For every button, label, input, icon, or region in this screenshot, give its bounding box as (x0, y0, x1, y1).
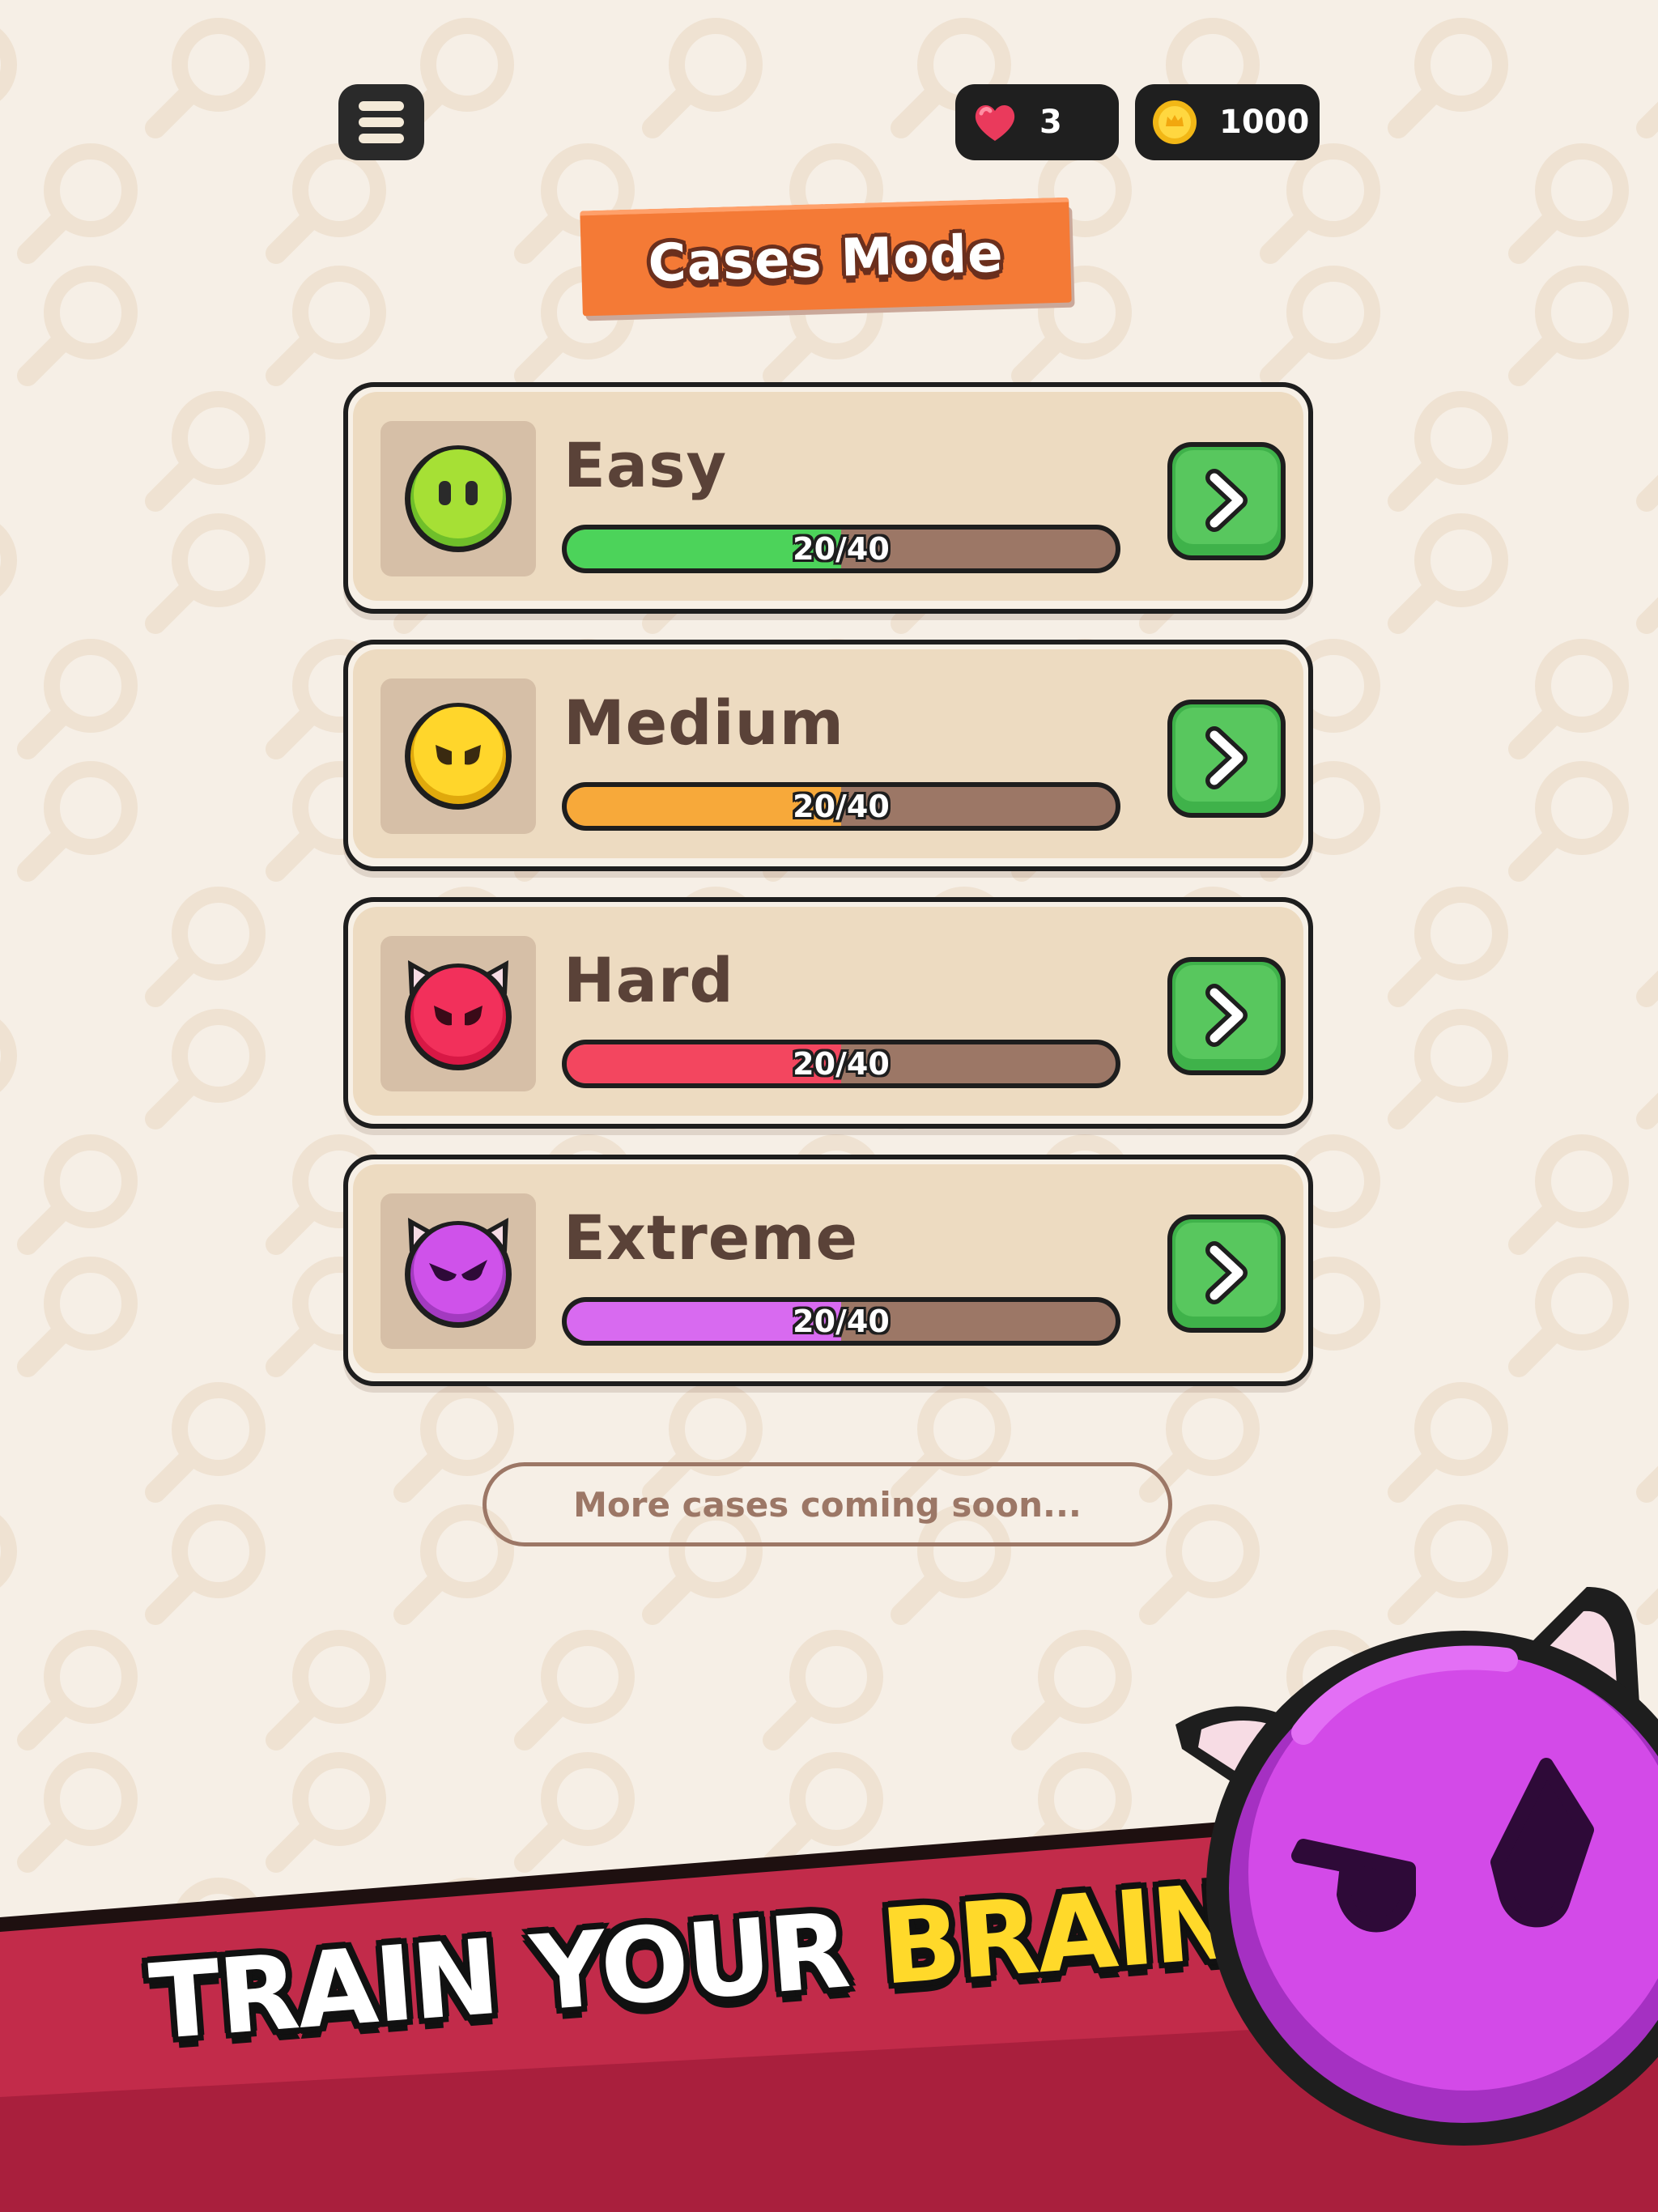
avatar (380, 936, 536, 1091)
magnifier-icon (17, 1630, 138, 1750)
magnifier-icon (1388, 391, 1508, 512)
magnifier-icon (1388, 1382, 1508, 1503)
coin-icon (1153, 100, 1197, 144)
magnifier-icon (145, 1504, 266, 1625)
level-card-easy[interactable]: Easy 20/40 (343, 382, 1313, 614)
progress-label: 20/40 (793, 1046, 890, 1082)
magnifier-icon (266, 266, 386, 386)
level-card-medium[interactable]: Medium 20/40 (343, 640, 1313, 871)
chevron-right-icon (1205, 984, 1248, 1047)
level-card-extreme[interactable]: Extreme 20/40 (343, 1155, 1313, 1386)
heart-icon (975, 104, 1015, 141)
magnifier-icon (1388, 18, 1508, 138)
magnifier-icon (145, 513, 266, 634)
magnifier-icon (1636, 474, 1658, 512)
level-name: Hard (563, 944, 734, 1016)
avatar (380, 1193, 536, 1349)
magnifier-icon (1260, 266, 1380, 386)
magnifier-icon (0, 1019, 17, 1092)
play-hard-button[interactable] (1167, 957, 1286, 1075)
level-progress-bar: 20/40 (562, 525, 1120, 573)
coins-value: 1000 (1219, 104, 1310, 141)
chevron-right-icon (1205, 726, 1248, 789)
magnifier-icon (1388, 513, 1508, 634)
magnifier-icon (1636, 101, 1658, 138)
lives-counter[interactable]: 3 (955, 84, 1119, 160)
level-progress-bar: 20/40 (562, 782, 1120, 831)
magnifier-icon (1508, 1257, 1629, 1377)
coming-soon-label: More cases coming soon... (483, 1462, 1172, 1546)
magnifier-icon (17, 143, 138, 264)
avatar (380, 421, 536, 576)
magnifier-icon (1011, 1630, 1132, 1750)
level-name: Easy (563, 429, 727, 501)
magnifier-icon (1388, 1009, 1508, 1129)
magnifier-icon (17, 266, 138, 386)
magnifier-icon (145, 1382, 266, 1503)
magnifier-icon (0, 524, 17, 597)
magnifier-icon (1508, 1134, 1629, 1255)
menu-button[interactable] (338, 84, 424, 160)
magnifier-icon (1508, 639, 1629, 759)
magnifier-icon (145, 391, 266, 512)
level-name: Medium (563, 687, 844, 759)
lives-value: 3 (1039, 104, 1062, 141)
magnifier-icon (17, 761, 138, 882)
easy-face-icon (405, 445, 512, 552)
page-title: Cases Mode (647, 223, 1005, 295)
hard-devil-face-icon (405, 960, 512, 1070)
magnifier-icon (0, 28, 17, 101)
magnifier-icon (1508, 761, 1629, 882)
magnifier-icon (514, 1630, 635, 1750)
menu-icon-bar (359, 117, 404, 127)
magnifier-icon (1636, 1465, 1658, 1503)
progress-label: 20/40 (793, 1304, 890, 1339)
play-extreme-button[interactable] (1167, 1214, 1286, 1333)
magnifier-icon (266, 1630, 386, 1750)
magnifier-icon (1636, 970, 1658, 1007)
title-banner: Cases Mode (578, 197, 1080, 321)
magnifier-icon (17, 1257, 138, 1377)
magnifier-icon (1636, 1092, 1658, 1129)
magnifier-icon (145, 1009, 266, 1129)
title-banner-ribbon: Cases Mode (580, 197, 1072, 317)
magnifier-icon (642, 18, 763, 138)
magnifier-icon (1508, 143, 1629, 264)
magnifier-icon (17, 1134, 138, 1255)
magnifier-icon (1636, 597, 1658, 634)
magnifier-icon (17, 639, 138, 759)
level-progress-bar: 20/40 (562, 1297, 1120, 1346)
menu-icon (359, 101, 404, 111)
play-medium-button[interactable] (1167, 700, 1286, 818)
devil-mascot-icon (1175, 1587, 1658, 2146)
magnifier-icon (145, 887, 266, 1007)
chevron-right-icon (1205, 469, 1248, 532)
progress-label: 20/40 (793, 789, 890, 824)
level-progress-bar: 20/40 (562, 1040, 1120, 1088)
play-easy-button[interactable] (1167, 442, 1286, 560)
extreme-devil-face-icon (405, 1218, 512, 1328)
cases-mode-screen: 3 1000 Cases Mode Easy 20/40 Medium 20/4… (0, 0, 1658, 2212)
coins-counter[interactable]: 1000 (1135, 84, 1320, 160)
magnifier-icon (763, 1630, 883, 1750)
magnifier-icon (1388, 887, 1508, 1007)
level-card-hard[interactable]: Hard 20/40 (343, 897, 1313, 1129)
level-name: Extreme (563, 1202, 859, 1274)
medium-face-icon (405, 703, 512, 810)
magnifier-icon (0, 1515, 17, 1588)
chevron-right-icon (1205, 1241, 1248, 1304)
magnifier-icon (145, 18, 266, 138)
avatar (380, 678, 536, 834)
magnifier-icon (1508, 266, 1629, 386)
menu-icon-bar (359, 134, 404, 143)
progress-label: 20/40 (793, 531, 890, 567)
